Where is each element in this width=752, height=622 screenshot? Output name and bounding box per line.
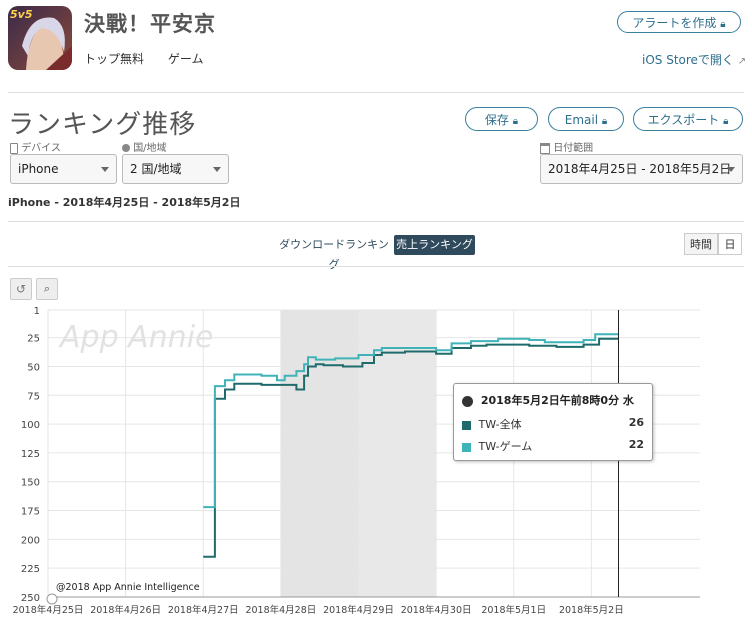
x-tick-label: 2018年5月2日 bbox=[559, 604, 624, 616]
x-tick-label: 2018年4月28日 bbox=[245, 604, 316, 616]
calendar-icon bbox=[540, 142, 550, 154]
series-swatch bbox=[462, 420, 471, 430]
app-subtitle: トップ無料 ゲーム bbox=[84, 50, 223, 67]
y-tick-label: 75 bbox=[27, 391, 40, 402]
x-tick-label: 2018年4月30日 bbox=[401, 604, 472, 616]
x-tick-label: 2018年4月26日 bbox=[90, 604, 161, 616]
tooltip-header: 2018年5月2日午前8時0分 水 bbox=[462, 392, 634, 408]
y-tick-label: 125 bbox=[21, 449, 40, 460]
chevron-down-icon bbox=[213, 167, 221, 172]
lock-icon: 🔒︎ bbox=[512, 116, 519, 127]
divider bbox=[8, 266, 744, 267]
region-label-text: 国/地域 bbox=[133, 143, 167, 154]
ios-store-link-label: iOS Storeで開く bbox=[642, 53, 734, 67]
globe-icon bbox=[462, 395, 473, 407]
globe-icon bbox=[122, 144, 130, 152]
y-tick-label: 250 bbox=[21, 593, 40, 604]
external-link-icon: ↗ bbox=[737, 56, 747, 67]
x-tick-label: 2018年5月1日 bbox=[481, 604, 546, 616]
toggle-daily[interactable]: 日 bbox=[718, 233, 742, 255]
tooltip-series-name: TW-ゲーム bbox=[478, 440, 533, 453]
tooltip-title: 2018年5月2日午前8時0分 水 bbox=[480, 394, 634, 407]
email-button[interactable]: Email 🔒︎ bbox=[548, 107, 624, 131]
y-tick-label: 150 bbox=[21, 478, 40, 489]
y-tick-label: 50 bbox=[27, 362, 40, 373]
date-filter-label: 日付範囲 bbox=[540, 139, 593, 154]
y-tick-label: 100 bbox=[21, 420, 40, 431]
chevron-down-icon bbox=[727, 167, 735, 172]
section-title: ランキング推移 bbox=[8, 110, 197, 140]
export-button[interactable]: エクスポート 🔒︎ bbox=[633, 107, 743, 131]
zoom-button[interactable]: ⌕ bbox=[36, 278, 58, 300]
region-select[interactable]: 2 国/地域 bbox=[122, 154, 229, 184]
x-tick-label: 2018年4月29日 bbox=[323, 604, 394, 616]
tooltip-row: TW-ゲーム 22 bbox=[462, 438, 644, 454]
app-rank-category[interactable]: トップ無料 bbox=[84, 52, 144, 66]
divider bbox=[8, 221, 744, 222]
weekend-shade bbox=[280, 310, 359, 597]
tooltip-series-name: TW-全体 bbox=[478, 418, 522, 431]
y-tick-label: 175 bbox=[21, 507, 40, 518]
lock-icon: 🔒︎ bbox=[601, 116, 608, 127]
watermark: App Annie bbox=[58, 320, 214, 355]
date-label-text: 日付範囲 bbox=[553, 143, 594, 154]
lock-icon: 🔒︎ bbox=[720, 19, 726, 30]
undo-icon: ↺ bbox=[15, 282, 27, 296]
reset-zoom-button[interactable]: ↺ bbox=[10, 278, 32, 300]
tooltip-row: TW-全体 26 bbox=[462, 416, 644, 432]
date-range-value: 2018年4月25日 - 2018年5月2日 bbox=[548, 162, 732, 176]
create-alert-button[interactable]: アラートを作成 🔒︎ bbox=[617, 11, 741, 33]
x-tick-label: 2018年4月25日 bbox=[13, 604, 84, 616]
create-alert-label: アラートを作成 bbox=[632, 16, 717, 30]
y-tick-label: 1 bbox=[34, 306, 40, 317]
region-filter-label: 国/地域 bbox=[122, 139, 167, 154]
lock-icon: 🔒︎ bbox=[723, 116, 729, 127]
ranking-chart[interactable]: 12550751001251501752002252502018年4月25日 20… bbox=[0, 300, 752, 622]
filter-summary: iPhone - 2018年4月25日 - 2018年5月2日 bbox=[8, 196, 241, 209]
device-label-text: デバイス bbox=[21, 143, 61, 154]
divider bbox=[8, 92, 744, 93]
tab-revenue-ranking[interactable]: 売上ランキング bbox=[394, 235, 475, 255]
tooltip-series-value: 26 bbox=[628, 416, 644, 429]
y-tick-label: 25 bbox=[27, 334, 40, 345]
app-title: 決戰！平安京 bbox=[84, 12, 216, 36]
app-icon-badge: 5v5 bbox=[10, 8, 33, 21]
tab-download-ranking[interactable]: ダウンロードランキング bbox=[278, 235, 390, 271]
series-swatch bbox=[462, 442, 471, 452]
tooltip-series-value: 22 bbox=[628, 438, 644, 451]
device-filter-label: デバイス bbox=[10, 139, 61, 154]
axis-origin-handle bbox=[46, 593, 58, 605]
toggle-hourly[interactable]: 時間 bbox=[684, 233, 718, 255]
zoom-icon: ⌕ bbox=[43, 282, 51, 295]
region-select-value: 2 国/地域 bbox=[130, 162, 182, 176]
y-tick-label: 225 bbox=[21, 564, 40, 575]
date-range-select[interactable]: 2018年4月25日 - 2018年5月2日 bbox=[540, 154, 743, 184]
device-select[interactable]: iPhone bbox=[10, 154, 117, 184]
export-label: エクスポート bbox=[647, 113, 720, 127]
save-label: 保存 bbox=[484, 113, 509, 127]
device-icon bbox=[10, 142, 18, 154]
chart-credit: @2018 App Annie Intelligence bbox=[56, 582, 200, 593]
y-tick-label: 200 bbox=[21, 535, 40, 546]
chart-tooltip: 2018年5月2日午前8時0分 水 TW-全体 26 TW-ゲーム 22 bbox=[453, 383, 653, 461]
email-label: Email bbox=[564, 113, 599, 127]
app-genre[interactable]: ゲーム bbox=[168, 52, 204, 66]
ios-store-link[interactable]: iOS Storeで開く ↗ bbox=[642, 51, 746, 68]
app-icon: 5v5 bbox=[8, 6, 72, 70]
device-select-value: iPhone bbox=[18, 162, 59, 176]
x-tick-label: 2018年4月27日 bbox=[168, 604, 239, 616]
chevron-down-icon bbox=[101, 167, 109, 172]
save-button[interactable]: 保存 🔒︎ bbox=[465, 107, 538, 131]
